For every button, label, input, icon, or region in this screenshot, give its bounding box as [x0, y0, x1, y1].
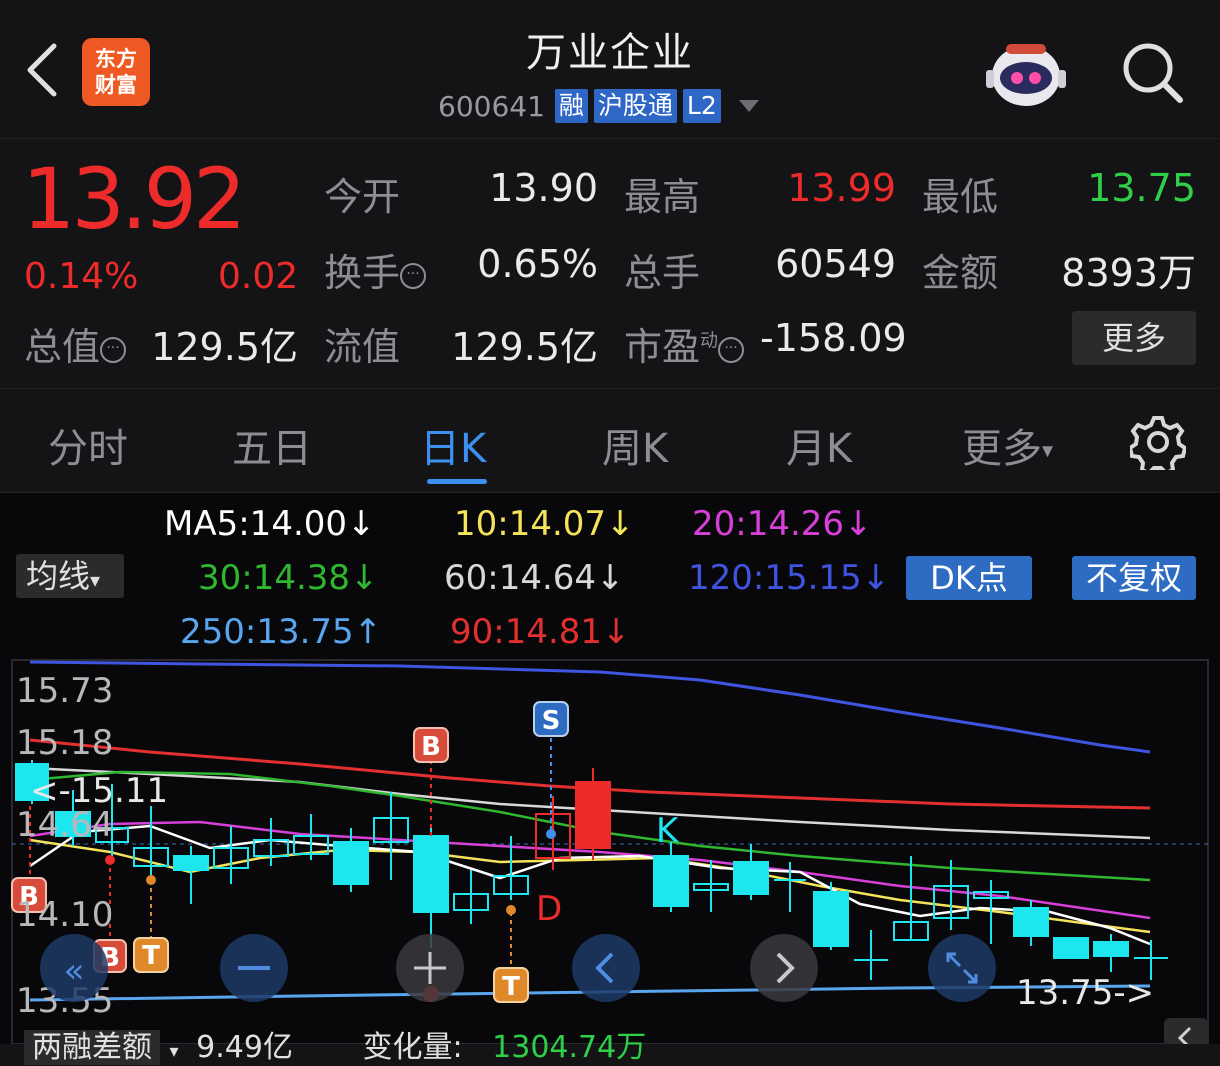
dropdown-triangle-icon: ▾ [169, 1041, 179, 1062]
change-value: 1304.74万 [492, 1030, 647, 1065]
k-marker: K [656, 811, 680, 851]
buy-signal-badge: B [421, 732, 441, 762]
up-candles [535, 768, 611, 870]
ma120-line [29, 660, 1151, 754]
t-signal-badge: T [142, 941, 160, 971]
margin-balance-value: 9.49亿 [196, 1030, 293, 1065]
ma10-line [29, 838, 1151, 934]
next-button [750, 934, 818, 1002]
y-axis-label: 14.64 [16, 805, 113, 845]
t-signal-badge: T [502, 972, 520, 1002]
margin-balance-row[interactable]: 两融差额 ▾ 9.49亿 变化量: 1304.74万 [24, 1022, 646, 1066]
prev-button [572, 934, 640, 1002]
fullscreen-button [928, 934, 996, 1002]
double-left-icon: « [64, 951, 85, 991]
margin-balance-label: 两融差额 [24, 1030, 160, 1065]
change-label: 变化量: [362, 1030, 463, 1065]
sell-signal-badge: S [542, 706, 561, 736]
y-axis-label: 14.10 [16, 895, 113, 935]
y-axis-label: 15.73 [16, 671, 113, 711]
kline-chart-svg[interactable]: B S B B T T K D <-15.11 13.75-> 15.73 15… [0, 0, 1220, 1044]
min-price-marker: 13.75-> [1016, 973, 1154, 1013]
d-marker: D [536, 889, 562, 929]
candle [1053, 937, 1089, 959]
y-axis-label: 15.18 [16, 723, 113, 763]
